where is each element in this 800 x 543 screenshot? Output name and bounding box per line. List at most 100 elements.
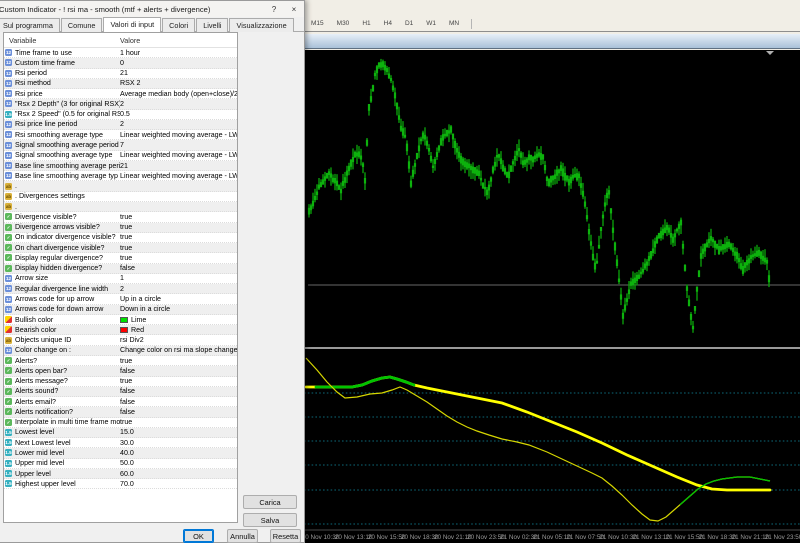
- param-row[interactable]: 12 Rsi price line period 2: [4, 119, 237, 131]
- param-row[interactable]: ✓ Divergence arrows visible? true: [4, 222, 237, 233]
- param-value[interactable]: RSX 2: [120, 79, 237, 87]
- param-row[interactable]: ✓ Alerts open bar? false: [4, 366, 237, 377]
- param-value[interactable]: false: [120, 387, 237, 395]
- timeframe-button-h1[interactable]: H1: [357, 17, 375, 30]
- timeframe-button-m15[interactable]: M15: [306, 17, 329, 30]
- param-value[interactable]: true: [120, 244, 237, 252]
- param-row[interactable]: Bullish color Lime: [4, 315, 237, 326]
- param-row[interactable]: ✓ Alerts message? true: [4, 377, 237, 387]
- param-value[interactable]: true: [120, 377, 237, 385]
- param-row[interactable]: 12 Rsi period 21: [4, 69, 237, 79]
- param-row[interactable]: ✓ Alerts notification? false: [4, 407, 237, 418]
- param-value[interactable]: true: [120, 213, 237, 221]
- param-row[interactable]: 12 Signal smoothing average period 7: [4, 140, 237, 151]
- param-value[interactable]: true: [120, 254, 237, 262]
- timeframe-button-w1[interactable]: W1: [421, 17, 441, 30]
- price-chart[interactable]: 20 Nov 10:3020 Nov 13:1020 Nov 15:5020 N…: [304, 50, 800, 543]
- tab-valori-di-input[interactable]: Valori di input: [103, 17, 162, 32]
- timeframe-button-m30[interactable]: M30: [332, 17, 355, 30]
- param-row[interactable]: ab.: [4, 181, 237, 192]
- param-value[interactable]: 2: [120, 285, 237, 293]
- param-row[interactable]: 12 Rsi method RSX 2: [4, 78, 237, 90]
- param-value[interactable]: Change color on rsi ma slope change: [120, 346, 237, 354]
- param-value[interactable]: Linear weighted moving average - LWMA: [120, 131, 237, 139]
- param-row[interactable]: 12 Time frame to use 1 hour: [4, 48, 237, 59]
- tab-sul-programma[interactable]: Sul programma: [0, 18, 60, 32]
- param-value[interactable]: false: [120, 367, 237, 375]
- tab-livelli[interactable]: Livelli: [196, 18, 229, 32]
- param-value[interactable]: true: [120, 418, 237, 426]
- chart-window[interactable]: 20 Nov 10:30 20 Nov 13:10 20 Nov 15:50 20 N…: [304, 50, 800, 543]
- param-row[interactable]: ✓ On indicator divergence visible? true: [4, 233, 237, 244]
- param-row[interactable]: Bearish color Red: [4, 325, 237, 336]
- param-row[interactable]: ab.: [4, 201, 237, 213]
- param-row[interactable]: 12 Rsi price Average median body (open+clo…: [4, 89, 237, 100]
- param-value[interactable]: 21: [120, 162, 237, 170]
- param-value[interactable]: 40.0: [120, 449, 237, 457]
- dialog-titlebar[interactable]: Custom Indicator - ! rsi ma - smooth (mt…: [0, 1, 304, 17]
- param-value[interactable]: false: [120, 264, 237, 272]
- param-row[interactable]: ab Objects unique ID rsi Div2: [4, 335, 237, 346]
- param-row[interactable]: 12 Base line smoothing average period 21: [4, 160, 237, 172]
- param-value[interactable]: Linear weighted moving average - LWMA: [120, 172, 237, 180]
- param-row[interactable]: 12 Arrows code for down arrow Down in a ci…: [4, 304, 237, 315]
- param-row[interactable]: 1.5 Next Lowest level 30.0: [4, 438, 237, 449]
- param-row[interactable]: ✓ Alerts sound? false: [4, 386, 237, 398]
- param-value[interactable]: 2: [120, 120, 237, 128]
- param-row[interactable]: 12 Regular divergence line width 2: [4, 284, 237, 295]
- tab-visualizzazione[interactable]: Visualizzazione: [229, 18, 294, 32]
- param-value[interactable]: 21: [120, 69, 237, 77]
- param-row[interactable]: ✓ Alerts? true: [4, 356, 237, 367]
- param-value[interactable]: 60.0: [120, 470, 237, 478]
- param-value[interactable]: true: [120, 223, 237, 231]
- cancel-button[interactable]: Annulla: [227, 529, 258, 543]
- reset-button[interactable]: Resetta: [270, 529, 301, 543]
- param-row[interactable]: 12 Signal smoothing average type Linear we…: [4, 151, 237, 161]
- param-value[interactable]: 30.0: [120, 439, 237, 447]
- param-value[interactable]: Lime: [120, 316, 237, 324]
- ok-button[interactable]: OK: [183, 529, 214, 543]
- param-value[interactable]: true: [120, 357, 237, 365]
- param-value[interactable]: rsi Div2: [120, 336, 237, 344]
- param-row[interactable]: 1.5 "Rsx 2 Speed" (0.5 for original RSX) 0…: [4, 110, 237, 120]
- param-row[interactable]: 12 Arrows code for up arrow Up in a circle: [4, 294, 237, 305]
- param-row[interactable]: ✓ On chart divergence visible? true: [4, 243, 237, 254]
- close-icon[interactable]: ×: [284, 1, 304, 17]
- param-value[interactable]: false: [120, 408, 237, 416]
- param-row[interactable]: 1.5 Lower mid level 40.0: [4, 448, 237, 459]
- timeframe-button-mn[interactable]: MN: [444, 17, 464, 30]
- subwindow-separator[interactable]: [304, 347, 800, 349]
- param-row[interactable]: 1.5 Highest upper level 70.0: [4, 479, 237, 490]
- param-row[interactable]: 1.5 Upper level 60.0: [4, 468, 237, 480]
- param-row[interactable]: ✓ Display regular divergence? true: [4, 253, 237, 264]
- timeframe-button-h4[interactable]: H4: [379, 17, 397, 30]
- save-button[interactable]: Salva: [243, 513, 297, 527]
- param-row[interactable]: ✓Interpolate in multi time frame mode?tr…: [4, 418, 237, 428]
- param-value[interactable]: 1 hour: [120, 49, 237, 57]
- param-row[interactable]: 12 Base line smoothing average typ Linear …: [4, 171, 237, 182]
- param-value[interactable]: Average median body (open+close)/2: [120, 90, 237, 98]
- param-value[interactable]: 70.0: [120, 480, 237, 488]
- param-value[interactable]: Linear weighted moving average - LWMA: [120, 151, 237, 159]
- param-row[interactable]: 12 Arrow size 1: [4, 274, 237, 285]
- param-row[interactable]: ✓ Alerts email? false: [4, 397, 237, 408]
- param-row[interactable]: 12 Rsi smoothing average type Linear weigh…: [4, 130, 237, 141]
- param-value[interactable]: 15.0: [120, 428, 237, 436]
- param-row[interactable]: ab. Divergences settings: [4, 192, 237, 202]
- param-value[interactable]: true: [120, 233, 237, 241]
- tab-colori[interactable]: Colori: [162, 18, 196, 32]
- param-value[interactable]: Up in a circle: [120, 295, 237, 303]
- tab-comune[interactable]: Comune: [60, 18, 103, 32]
- param-value[interactable]: 1: [120, 274, 237, 282]
- param-row[interactable]: ✓ Divergence visible? true: [4, 212, 237, 223]
- param-value[interactable]: Down in a circle: [120, 305, 237, 313]
- param-value[interactable]: false: [120, 398, 237, 406]
- param-value[interactable]: 50.0: [120, 459, 237, 467]
- time-axis[interactable]: 20 Nov 10:3020 Nov 13:1020 Nov 15:5020 N…: [304, 534, 800, 541]
- timeframe-button-d1[interactable]: D1: [400, 17, 418, 30]
- help-icon[interactable]: ?: [264, 1, 284, 17]
- param-value[interactable]: 2: [120, 100, 237, 108]
- param-row[interactable]: 1.5 Lowest level 15.0: [4, 427, 237, 439]
- param-value[interactable]: 0.5: [120, 110, 237, 118]
- param-row[interactable]: ✓ Display hidden divergence? false: [4, 263, 237, 274]
